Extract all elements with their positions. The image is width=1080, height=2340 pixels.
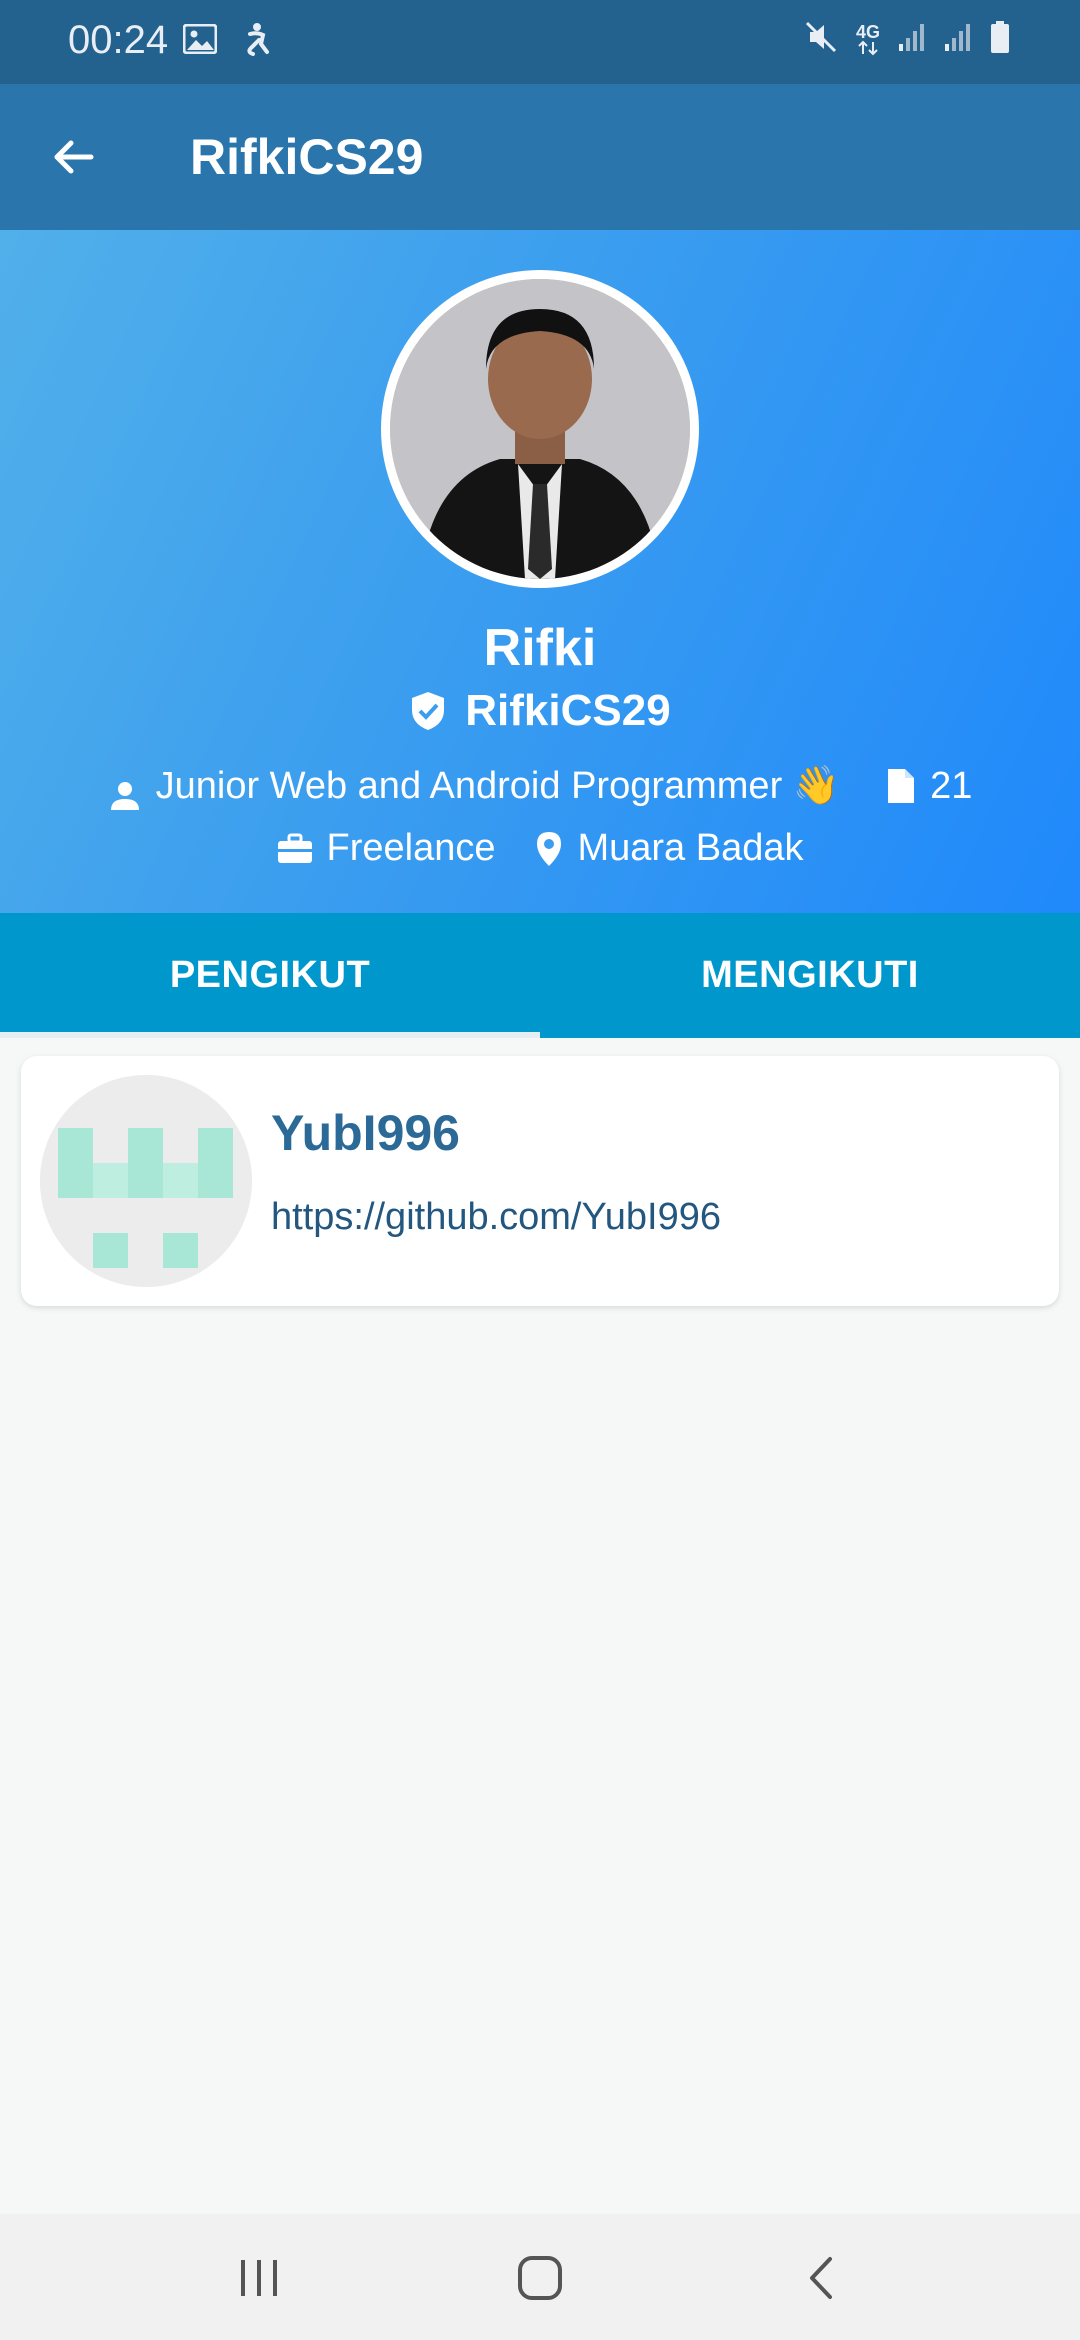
user-url[interactable]: https://github.com/YubI996 bbox=[271, 1196, 721, 1239]
status-time: 00:24 bbox=[68, 18, 169, 62]
tab-mengikuti[interactable]: MENGIKUTI bbox=[540, 913, 1080, 1038]
signal-icon bbox=[898, 22, 926, 57]
company-item: Freelance bbox=[277, 827, 496, 870]
tab-pengikut[interactable]: PENGIKUT bbox=[0, 913, 540, 1038]
status-bar: 00:24 4G bbox=[0, 0, 1080, 84]
back-icon bbox=[810, 2257, 832, 2299]
location-item: Muara Badak bbox=[535, 827, 804, 870]
tab-bar: PENGIKUT MENGIKUTI bbox=[0, 913, 1080, 1038]
navigation-bar bbox=[0, 2214, 1080, 2340]
status-right-icons: 4G bbox=[804, 20, 1010, 59]
status-left-icons bbox=[182, 22, 271, 61]
profile-username: RifkiCS29 bbox=[465, 686, 671, 735]
username-row: RifkiCS29 bbox=[0, 686, 1080, 736]
back-button[interactable] bbox=[40, 124, 106, 190]
arrow-left-icon bbox=[54, 140, 94, 174]
home-icon bbox=[518, 2256, 562, 2300]
profile-bio: Junior Web and Android Programmer 👋 bbox=[155, 765, 841, 807]
nav-back-button[interactable] bbox=[781, 2246, 861, 2310]
avatar bbox=[390, 279, 690, 579]
profile-name: Rifki bbox=[483, 619, 597, 677]
battery-icon bbox=[990, 20, 1010, 59]
avatar-ring bbox=[381, 270, 699, 588]
network-label: 4G bbox=[855, 21, 880, 42]
location-pin-icon bbox=[537, 831, 562, 866]
briefcase-icon bbox=[277, 833, 312, 863]
tab-label: MENGIKUTI bbox=[701, 954, 919, 996]
accessibility-icon bbox=[241, 22, 271, 61]
file-icon bbox=[888, 769, 915, 803]
user-username: YubI996 bbox=[271, 1105, 460, 1161]
tab-indicator bbox=[0, 1032, 540, 1038]
tab-label: PENGIKUT bbox=[169, 954, 371, 996]
verified-shield-icon bbox=[412, 692, 445, 730]
user-avatar bbox=[40, 1075, 252, 1287]
app-title: RifkiCS29 bbox=[190, 129, 424, 185]
repo-count: 21 bbox=[930, 764, 973, 807]
home-button[interactable] bbox=[500, 2246, 580, 2310]
bio-item: Junior Web and Android Programmer 👋 bbox=[108, 760, 840, 812]
repo-count-item: 21 bbox=[886, 765, 972, 808]
4g-icon: 4G bbox=[855, 21, 880, 56]
list-item[interactable]: YubI996 https://github.com/YubI996 bbox=[21, 1056, 1059, 1306]
profile-location: Muara Badak bbox=[577, 827, 804, 869]
person-icon bbox=[110, 782, 139, 810]
meta-row: Freelance Muara Badak bbox=[0, 827, 1080, 870]
mute-icon bbox=[804, 20, 838, 59]
recents-icon bbox=[241, 2260, 277, 2296]
profile-header: Rifki RifkiCS29 Junior Web and Android P… bbox=[0, 230, 1080, 913]
signal-icon bbox=[944, 22, 972, 57]
image-icon bbox=[182, 23, 218, 59]
profile-company: Freelance bbox=[326, 827, 496, 869]
app-bar: RifkiCS29 bbox=[0, 84, 1080, 230]
recents-button[interactable] bbox=[219, 2246, 299, 2310]
bio-row: Junior Web and Android Programmer 👋 21 bbox=[0, 760, 1080, 812]
